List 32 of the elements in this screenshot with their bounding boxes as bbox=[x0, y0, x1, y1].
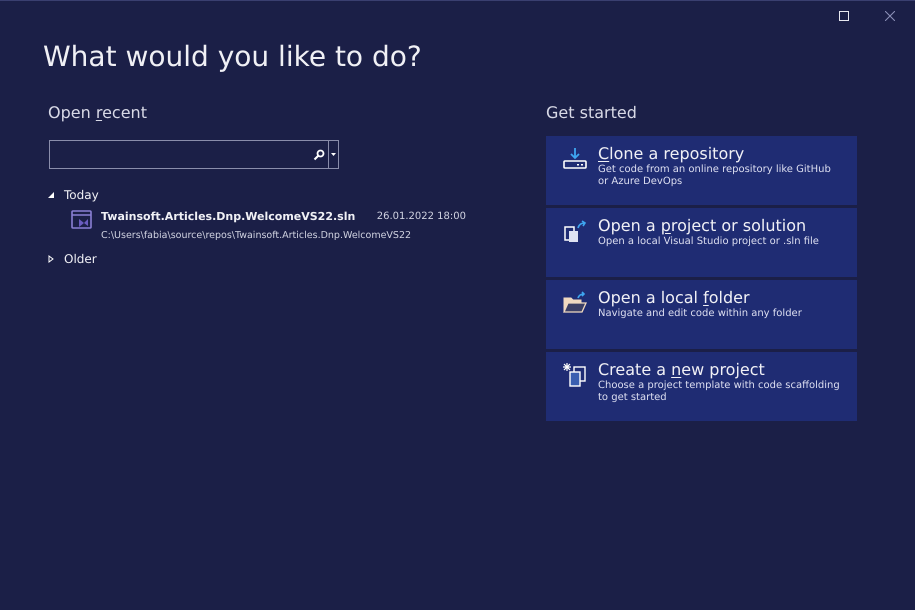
action-title: Clone a repository bbox=[598, 144, 746, 164]
dropdown-caret-icon[interactable] bbox=[331, 153, 336, 156]
action-title: Open a local folder bbox=[598, 288, 751, 308]
section-title: Get started bbox=[546, 103, 638, 123]
search-icon bbox=[313, 148, 325, 160]
group-label[interactable]: Today bbox=[64, 186, 99, 204]
modified-date: 26.01.2022 18:00 bbox=[376, 210, 466, 224]
expand-arrow-icon[interactable] bbox=[47, 254, 55, 263]
solution-name: Twainsoft.Articles.Dnp.WelcomeVS22.sln bbox=[101, 209, 356, 225]
action-card[interactable]: Create a new project Choose a project template with code scaffolding to get started bbox=[546, 352, 857, 421]
action-description: Get code from an online repository like GitHub or Azure DevOps bbox=[598, 164, 832, 188]
solution-path: C:\Users\fabia\source\repos\Twainsoft.Articles.Dnp.WelcomeVS22 bbox=[101, 228, 412, 242]
search-field[interactable] bbox=[49, 140, 339, 169]
action-description: Choose a project template with code scaffolding to get started bbox=[598, 380, 841, 404]
maximize-icon bbox=[839, 11, 849, 21]
solution-file-icon bbox=[71, 210, 93, 230]
collapse-arrow-icon[interactable] bbox=[47, 191, 55, 199]
section-title: Open recent bbox=[48, 103, 148, 123]
close-icon bbox=[885, 11, 895, 21]
download-drive-icon bbox=[562, 146, 588, 172]
action-description: Open a local Visual Studio project or .sln file bbox=[598, 236, 820, 248]
action-card[interactable]: Open a local folder Navigate and edit code within any folder bbox=[546, 280, 857, 349]
action-description: Navigate and edit code within any folder bbox=[598, 308, 803, 320]
page-heading: What would you like to do? bbox=[43, 39, 423, 75]
new-document-icon bbox=[562, 362, 588, 388]
group-label[interactable]: Older bbox=[64, 250, 97, 268]
action-card[interactable]: Clone a repository Get code from an online repository like GitHub or Azure DevOps bbox=[546, 136, 857, 205]
recent-item[interactable]: Twainsoft.Articles.Dnp.WelcomeVS22.sln 26.01.2022 18:00 C:\Users\fabia\source\repos\Twainsoft.Articles.Dnp.WelcomeVS22 bbox=[71, 209, 466, 243]
document-arrow-icon bbox=[562, 218, 588, 244]
action-title: Create a new project bbox=[598, 360, 766, 380]
action-card[interactable]: Open a project or solution Open a local Visual Studio project or .sln file bbox=[546, 208, 857, 277]
action-title: Open a project or solution bbox=[598, 216, 808, 236]
